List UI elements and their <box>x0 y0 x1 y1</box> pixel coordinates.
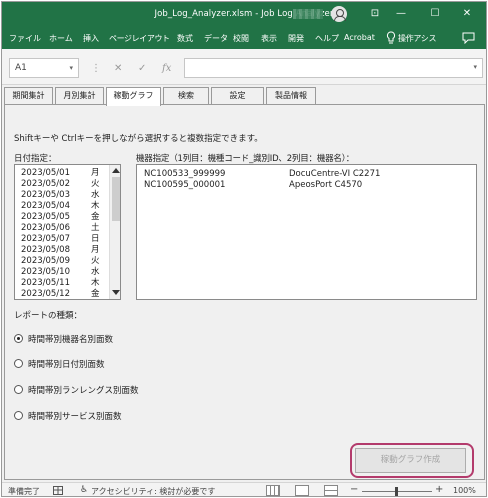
page-layout-view-icon[interactable] <box>295 485 309 496</box>
status-bar: 準備完了 ♿ アクセシビリティ: 検討が必要です − + 100% <box>2 482 486 496</box>
page-break-view-icon[interactable] <box>324 485 338 496</box>
device-listbox[interactable]: NC100533_999999 DocuCentre-VI C2271 NC10… <box>136 164 477 300</box>
scroll-up-icon[interactable] <box>112 168 120 174</box>
ribbon-tab-help[interactable]: ヘルプ <box>315 33 339 44</box>
scroll-down-icon[interactable] <box>112 290 120 296</box>
report-radio-by-date[interactable] <box>14 359 23 368</box>
tab-search[interactable]: 検索 <box>163 87 209 105</box>
cancel-icon[interactable]: ✕ <box>114 63 122 74</box>
minimize-button[interactable]: — <box>388 5 414 23</box>
list-item[interactable]: 2023/05/10 水 <box>21 267 100 278</box>
list-item[interactable]: 2023/05/11 木 <box>21 278 100 289</box>
tell-me-search[interactable]: 操作アシス <box>398 33 436 44</box>
report-radio-by-run-length[interactable] <box>14 385 23 394</box>
name-box-value: A1 <box>15 63 27 73</box>
list-item[interactable]: 2023/05/03 水 <box>21 190 100 201</box>
list-item[interactable]: 2023/05/05 金 <box>21 212 100 223</box>
formula-bar-area: A1 ▾ ⋮ ✕ ✓ fx ▾ <box>2 49 486 85</box>
comment-icon[interactable] <box>462 32 475 46</box>
ribbon-tab-acrobat[interactable]: Acrobat <box>344 33 375 42</box>
list-item[interactable]: 2023/05/08 月 <box>21 245 100 256</box>
report-option-label[interactable]: 時間帯別ランレングス別面数 <box>28 384 139 396</box>
ribbon-tabs: ファイル ホーム 挿入 ページレイアウト 数式 データ 校閲 表示 開発 ヘルプ… <box>2 27 486 49</box>
formula-input[interactable]: ▾ <box>184 58 483 78</box>
scrollbar-thumb[interactable] <box>112 177 120 221</box>
list-item[interactable]: 2023/05/12 金 <box>21 289 100 299</box>
list-item[interactable]: 2023/05/04 木 <box>21 201 100 212</box>
name-box[interactable]: A1 ▾ <box>9 58 79 78</box>
cell-mode-icon <box>53 486 63 496</box>
account-avatar-icon[interactable] <box>331 6 347 22</box>
device-name[interactable]: ApeosPort C4570 <box>289 180 362 190</box>
date-listbox[interactable]: 2023/05/01 月 2023/05/02 火 2023/05/03 水 2023… <box>14 164 121 300</box>
ribbon-tab-page-layout[interactable]: ページレイアウト <box>109 33 170 44</box>
ribbon-tab-formulas[interactable]: 数式 <box>177 33 193 44</box>
report-option-label[interactable]: 時間帯別機器名別面数 <box>28 333 113 345</box>
list-item[interactable]: 2023/05/07 日 <box>21 234 100 245</box>
ribbon-tab-developer[interactable]: 開発 <box>288 33 304 44</box>
report-option-label[interactable]: 時間帯別サービス別面数 <box>28 410 122 422</box>
device-label: 機器指定（1列目：機種コード_識別ID、2列目：機器名）： <box>136 154 355 164</box>
tab-monthly-summary[interactable]: 月別集計 <box>55 87 104 105</box>
ribbon-tab-data[interactable]: データ <box>204 33 228 44</box>
date-label: 日付指定： <box>14 154 57 164</box>
device-id[interactable]: NC100595_000001 <box>144 180 225 190</box>
maximize-button[interactable]: ☐ <box>422 5 448 23</box>
zoom-slider-thumb[interactable] <box>395 487 398 496</box>
lightbulb-icon[interactable] <box>386 31 396 47</box>
device-id[interactable]: NC100533_999999 <box>144 169 225 179</box>
chevron-down-icon[interactable]: ▾ <box>69 59 73 77</box>
ribbon-tab-insert[interactable]: 挿入 <box>83 33 99 44</box>
list-item[interactable]: 2023/05/01 月 <box>21 168 100 179</box>
report-radio-by-service[interactable] <box>14 411 23 420</box>
ribbon-tab-home[interactable]: ホーム <box>49 33 73 44</box>
close-button[interactable]: ✕ <box>454 5 480 23</box>
sheet-tab-strip: 期間集計 月別集計 稼動グラフ 検索 設定 製品情報 <box>2 87 486 106</box>
device-name[interactable]: DocuCentre-VI C2271 <box>289 169 380 179</box>
list-item[interactable]: 2023/05/06 土 <box>21 223 100 234</box>
redacted-user-name <box>293 9 323 19</box>
ribbon-display-options-button[interactable]: ⊡ <box>362 5 388 23</box>
insert-function-icon[interactable]: fx <box>162 63 171 74</box>
enter-icon[interactable]: ✓ <box>138 63 146 74</box>
excel-window: Job_Log_Analyzer.xlsm - Job Log Analyzer… <box>1 1 487 497</box>
more-options-icon[interactable]: ⋮ <box>91 63 101 74</box>
zoom-out-icon[interactable]: − <box>350 484 358 495</box>
list-item[interactable]: 2023/05/02 火 <box>21 179 100 190</box>
ribbon-tab-view[interactable]: 表示 <box>261 33 277 44</box>
ready-status: 準備完了 <box>8 487 40 496</box>
expand-formula-icon[interactable]: ▾ <box>473 63 477 71</box>
instruction-text: Shiftキーや Ctrlキーを押しながら選択すると複数指定できます。 <box>14 134 263 144</box>
report-option-label[interactable]: 時間帯別日付別面数 <box>28 358 105 370</box>
normal-view-icon[interactable] <box>266 485 280 496</box>
tab-operation-graph[interactable]: 稼動グラフ <box>106 87 161 106</box>
zoom-level[interactable]: 100% <box>453 486 476 495</box>
report-radio-by-device[interactable] <box>14 334 23 343</box>
list-item[interactable]: 2023/05/09 火 <box>21 256 100 267</box>
ribbon-tab-file[interactable]: ファイル <box>9 33 41 44</box>
tab-product-info[interactable]: 製品情報 <box>266 87 316 105</box>
tab-period-summary[interactable]: 期間集計 <box>4 87 53 105</box>
ribbon-tab-review[interactable]: 校閲 <box>233 33 249 44</box>
title-bar: Job_Log_Analyzer.xlsm - Job Log Analyzer… <box>2 2 486 27</box>
report-type-label: レポートの種類： <box>14 311 83 321</box>
accessibility-icon[interactable]: ♿ <box>80 485 88 495</box>
accessibility-status[interactable]: アクセシビリティ: 検討が必要です <box>91 486 215 496</box>
highlight-outline <box>350 443 474 478</box>
zoom-in-icon[interactable]: + <box>435 484 443 495</box>
tab-settings[interactable]: 設定 <box>211 87 264 105</box>
date-list-scrollbar[interactable] <box>109 165 120 299</box>
